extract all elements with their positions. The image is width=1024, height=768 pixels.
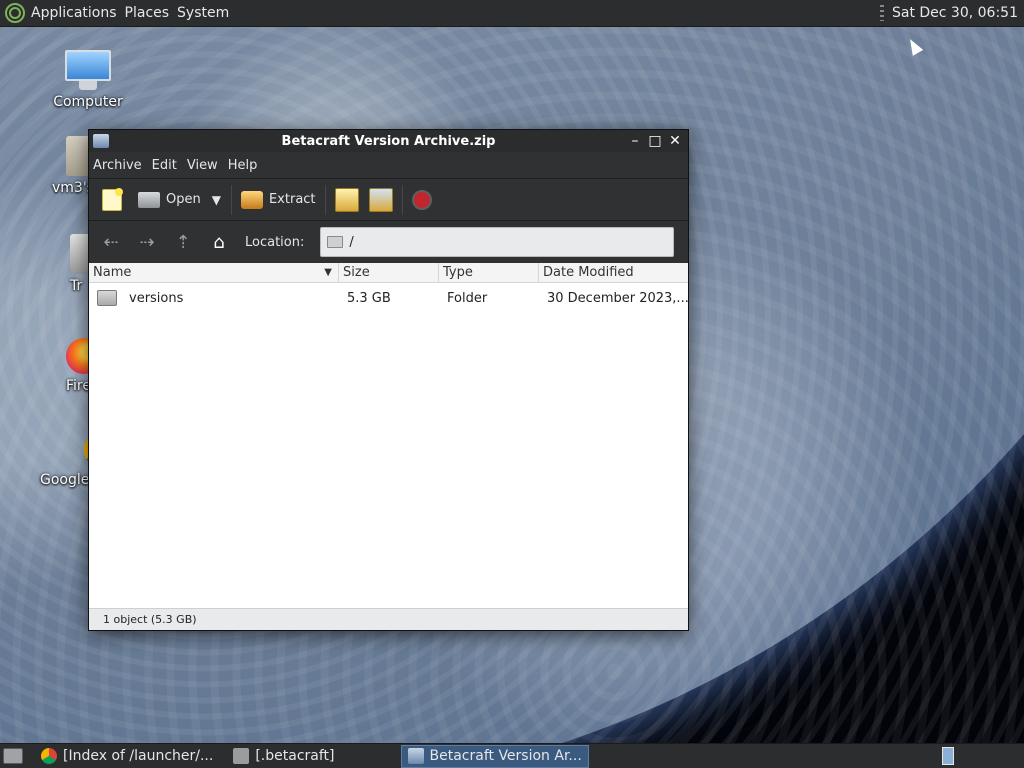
close-icon[interactable]: ✕ bbox=[667, 133, 683, 149]
row-type: Folder bbox=[447, 290, 488, 306]
taskbar-item-folder[interactable]: [.betacraft] bbox=[227, 745, 340, 768]
status-bar: 1 object (5.3 GB) bbox=[89, 608, 688, 630]
row-name-cell: versions bbox=[89, 290, 339, 306]
minimize-icon[interactable]: – bbox=[627, 133, 643, 149]
applications-menu[interactable]: Applications bbox=[31, 5, 117, 21]
desktop-icon-chrome[interactable]: Google bbox=[20, 432, 120, 488]
up-arrow-icon[interactable]: ⇡ bbox=[169, 228, 197, 256]
workspace-switcher[interactable] bbox=[942, 747, 954, 765]
column-header-label: Date Modified bbox=[543, 265, 634, 280]
extract-button[interactable]: Extract bbox=[236, 187, 321, 213]
column-header-name[interactable]: Name ▼ bbox=[89, 263, 339, 282]
menubar: Archive Edit View Help bbox=[89, 152, 688, 179]
taskbar-item-label: Betacraft Version Ar... bbox=[429, 748, 582, 764]
location-label: Location: bbox=[245, 234, 305, 250]
desktop-icon-label: Computer bbox=[53, 94, 123, 110]
folder-icon bbox=[327, 236, 344, 248]
folder-icon bbox=[233, 748, 250, 764]
add-folder-button[interactable] bbox=[364, 184, 398, 216]
desktop-icon-computer[interactable]: Computer bbox=[38, 50, 138, 110]
computer-icon bbox=[65, 50, 111, 90]
folder-icon bbox=[97, 290, 117, 306]
menu-help[interactable]: Help bbox=[223, 158, 263, 173]
taskbar-item-label: [Index of /launcher/... bbox=[63, 748, 214, 764]
toolbar: Open ▼ Extract bbox=[89, 179, 688, 221]
open-dropdown-icon[interactable]: ▼ bbox=[206, 193, 227, 207]
desktop-icon-firefox[interactable]: Fire bbox=[42, 338, 102, 394]
column-header-label: Name bbox=[93, 265, 132, 280]
window-title: Betacraft Version Archive.zip bbox=[281, 133, 496, 149]
column-header-type[interactable]: Type bbox=[439, 263, 539, 282]
extract-icon bbox=[240, 190, 263, 209]
taskbar-item-label: [.betacraft] bbox=[255, 748, 335, 764]
extract-label: Extract bbox=[268, 192, 316, 207]
file-rows: versions 5.3 GB Folder 30 December 2023,… bbox=[89, 283, 688, 608]
clock[interactable]: Sat Dec 30, 06:51 bbox=[892, 5, 1018, 21]
archive-manager-window: Betacraft Version Archive.zip – □ ✕ Arch… bbox=[88, 129, 689, 631]
menu-view[interactable]: View bbox=[182, 158, 223, 173]
sort-descending-icon: ▼ bbox=[324, 267, 332, 278]
add-folder-icon bbox=[368, 187, 393, 212]
column-header-label: Size bbox=[343, 265, 370, 280]
column-header-size[interactable]: Size bbox=[339, 263, 439, 282]
top-panel: Applications Places System Sat Dec 30, 0… bbox=[0, 0, 1024, 27]
system-menu[interactable]: System bbox=[177, 5, 229, 21]
new-archive-icon bbox=[102, 187, 123, 211]
location-input[interactable]: / bbox=[320, 227, 675, 257]
distro-logo-icon[interactable] bbox=[5, 3, 25, 23]
column-header-label: Type bbox=[443, 265, 473, 280]
status-text: 1 object (5.3 GB) bbox=[103, 613, 197, 626]
toolbar-separator bbox=[324, 184, 326, 215]
show-desktop-icon[interactable] bbox=[3, 748, 23, 764]
row-size: 5.3 GB bbox=[347, 290, 391, 306]
add-files-icon bbox=[334, 187, 359, 212]
chrome-icon bbox=[41, 748, 57, 764]
open-icon bbox=[138, 191, 160, 208]
forward-arrow-icon[interactable]: ⇢ bbox=[133, 228, 161, 256]
toolbar-separator bbox=[401, 184, 403, 215]
taskbar-item-archive[interactable]: Betacraft Version Ar... bbox=[400, 744, 589, 768]
menu-archive[interactable]: Archive bbox=[89, 158, 147, 173]
panel-grip-icon[interactable] bbox=[879, 5, 884, 21]
row-name: versions bbox=[129, 290, 184, 306]
column-headers: Name ▼ Size Type Date Modified bbox=[89, 263, 688, 283]
stop-button[interactable] bbox=[407, 186, 437, 214]
row-date: 30 December 2023,... bbox=[547, 290, 688, 306]
new-archive-button[interactable] bbox=[97, 185, 127, 215]
toolbar-separator bbox=[230, 184, 232, 215]
taskbar-item-browser[interactable]: [Index of /launcher/... bbox=[35, 745, 219, 768]
home-icon[interactable]: ⌂ bbox=[205, 228, 233, 256]
file-list: Name ▼ Size Type Date Modified versions … bbox=[89, 263, 688, 608]
back-arrow-icon[interactable]: ⇠ bbox=[97, 228, 125, 256]
bottom-taskbar: [Index of /launcher/... [.betacraft] Bet… bbox=[0, 743, 1024, 768]
location-bar: ⇠ ⇢ ⇡ ⌂ Location: / bbox=[89, 221, 688, 263]
table-row[interactable]: versions 5.3 GB Folder 30 December 2023,… bbox=[89, 283, 688, 313]
menu-edit[interactable]: Edit bbox=[147, 158, 182, 173]
desktop-icon-label: Google bbox=[40, 472, 90, 488]
window-titlebar[interactable]: Betacraft Version Archive.zip – □ ✕ bbox=[89, 130, 688, 152]
column-header-date[interactable]: Date Modified bbox=[539, 263, 688, 282]
maximize-icon[interactable]: □ bbox=[647, 133, 663, 149]
location-value: / bbox=[349, 234, 354, 250]
places-menu[interactable]: Places bbox=[125, 5, 170, 21]
open-button[interactable]: Open bbox=[133, 188, 206, 212]
add-files-button[interactable] bbox=[330, 184, 364, 216]
stop-icon bbox=[411, 189, 432, 210]
open-label: Open bbox=[166, 192, 201, 207]
archive-icon bbox=[407, 748, 424, 764]
